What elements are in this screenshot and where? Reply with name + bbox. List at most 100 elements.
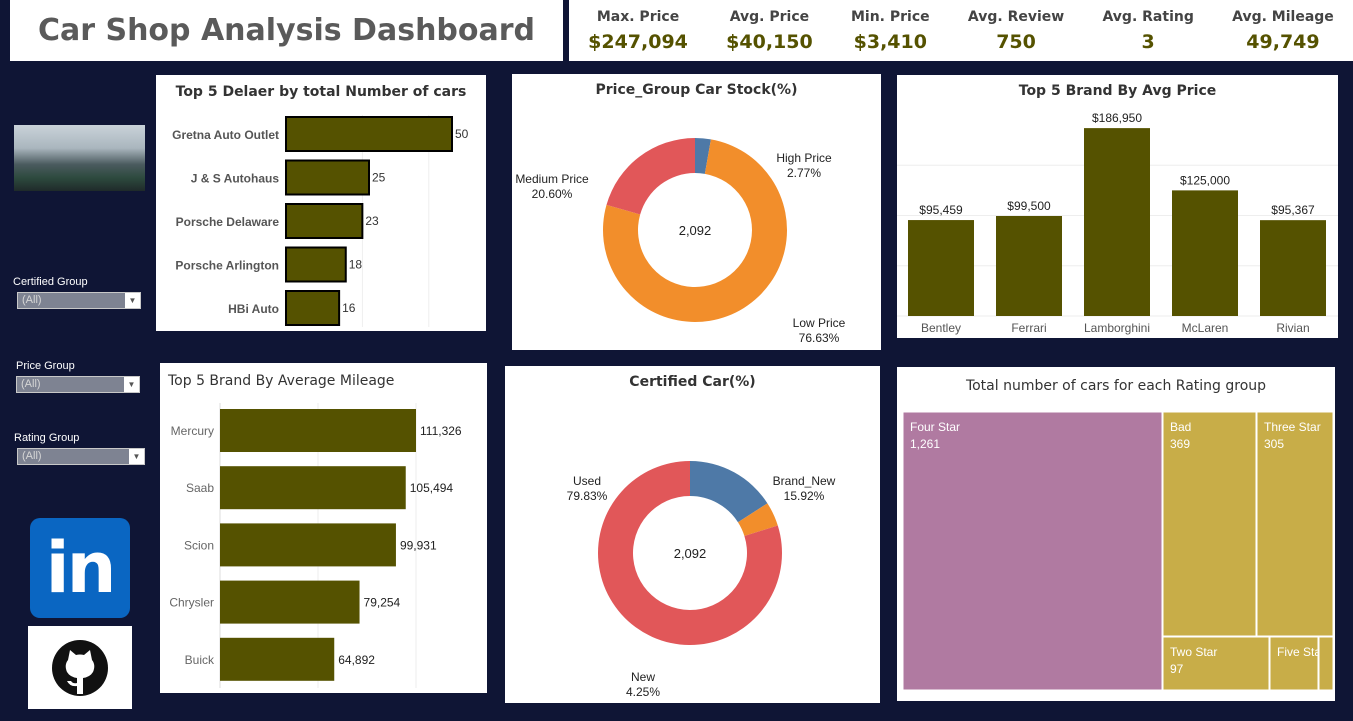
kpi-label: Avg. Review: [967, 8, 1065, 25]
bar: [220, 523, 396, 567]
filter-price-group: Price Group (All) ▼: [13, 360, 145, 409]
chevron-down-icon[interactable]: ▼: [129, 449, 144, 464]
category-label: Bentley: [921, 321, 961, 335]
kpi-avg-rating: Avg. Rating 3: [1102, 9, 1193, 53]
chevron-down-icon[interactable]: ▼: [124, 377, 139, 392]
cell-value: 1,261: [910, 437, 940, 451]
kpi-max-price: Max. Price $247,094: [588, 9, 688, 53]
bar: [285, 246, 347, 283]
data-label: 18: [349, 258, 363, 272]
bar: [220, 466, 406, 510]
slice-name: New: [631, 670, 655, 684]
linkedin-icon[interactable]: in: [29, 518, 130, 618]
data-label: 64,892: [338, 653, 375, 667]
kpi-label: Avg. Mileage: [1232, 8, 1334, 25]
data-label: 79,254: [364, 596, 401, 610]
data-label: 111,326: [420, 424, 462, 438]
brand-price-chart-panel: Top 5 Brand By Avg Price $95,459 Bentley $…: [897, 75, 1338, 338]
center-total: 2,092: [674, 546, 707, 561]
filter-label: Price Group: [16, 360, 75, 372]
category-label: Scion: [184, 538, 214, 552]
center-total: 2,092: [679, 223, 712, 238]
cell-name: Bad: [1170, 420, 1191, 434]
dashboard-title: Car Shop Analysis Dashboard: [37, 13, 536, 48]
data-label: $95,367: [1271, 203, 1315, 217]
bar: [285, 116, 453, 152]
kpi-value: 49,749: [1246, 30, 1320, 53]
bar: [285, 159, 370, 196]
dealer-bar-chart: Gretna Auto Outlet 50 J & S Autohaus 25 Pors…: [172, 115, 469, 327]
data-label: $125,000: [1180, 173, 1230, 187]
github-icon[interactable]: [50, 638, 110, 698]
slice-percent: 15.92%: [784, 489, 825, 503]
category-label: Rivian: [1276, 321, 1309, 335]
brand-price-bar-chart: $95,459 Bentley $99,500 Ferrari $186,950 Lamb…: [897, 111, 1338, 335]
filter-certified-group: Certified Group (All) ▼: [13, 276, 145, 309]
category-label: Chrysler: [169, 596, 214, 610]
kpi-label: Avg. Price: [729, 8, 810, 25]
bar: [1260, 220, 1326, 316]
category-label: Mercury: [171, 424, 214, 438]
car-showroom-image-panel: [13, 70, 146, 252]
filter-label: Rating Group: [14, 432, 80, 444]
data-label: 16: [342, 301, 356, 315]
slice-name: Medium Price: [515, 172, 589, 186]
kpi-value: $247,094: [588, 30, 688, 53]
certified-chart-panel: Certified Car(%) Brand_New 15.92% New 4.25%…: [505, 366, 880, 703]
data-label: 23: [365, 214, 379, 228]
data-label: $95,459: [919, 203, 963, 217]
bar: [220, 580, 360, 624]
certified-group-select[interactable]: (All) ▼: [17, 292, 141, 309]
bar: [220, 409, 416, 452]
bar: [1084, 128, 1150, 316]
cell-name: Three Star: [1264, 420, 1321, 434]
slice-name: Used: [573, 474, 601, 488]
category-label: Ferrari: [1011, 321, 1046, 335]
chevron-down-icon[interactable]: ▼: [125, 293, 140, 308]
filter-value: (All): [22, 294, 42, 306]
slice-percent: 2.77%: [787, 166, 821, 180]
price-group-select[interactable]: (All) ▼: [16, 376, 140, 393]
data-label: 25: [372, 171, 386, 185]
data-label: $186,950: [1092, 111, 1142, 125]
title-panel: Car Shop Analysis Dashboard: [10, 0, 563, 61]
treemap-cell: [1318, 636, 1334, 691]
kpi-avg-price: Avg. Price $40,150: [726, 9, 813, 53]
category-label: Porsche Delaware: [176, 215, 280, 229]
kpi-panel: Max. Price $247,094 Avg. Price $40,150 M…: [569, 0, 1353, 61]
kpi-value: $3,410: [853, 30, 927, 53]
slice-name: Brand_New: [773, 474, 836, 488]
slice-percent: 79.83%: [567, 489, 608, 503]
filter-value: (All): [21, 378, 41, 390]
car-showroom-image: [14, 125, 145, 191]
rating-group-select[interactable]: (All) ▼: [17, 448, 145, 465]
bar: [1172, 190, 1238, 316]
brand-mileage-bar-chart: Mercury 111,326 Saab 105,494 Scion 99,931 Chry…: [169, 403, 462, 688]
bar: [908, 220, 974, 316]
data-label: 105,494: [410, 481, 454, 495]
certified-donut-chart: Brand_New15.92% New4.25% Used79.83% 2,092: [567, 461, 836, 699]
kpi-label: Min. Price: [850, 8, 930, 25]
cell-value: 97: [1170, 662, 1184, 676]
category-label: Gretna Auto Outlet: [172, 128, 279, 142]
filter-rating-group: Rating Group (All) ▼: [13, 432, 145, 498]
slice-percent: 76.63%: [799, 331, 840, 345]
filter-value: (All): [22, 450, 42, 462]
rating-chart-panel: Total number of cars for each Rating gro…: [897, 367, 1335, 701]
brand-mileage-chart-panel: Top 5 Brand By Average Mileage Mercury 11…: [160, 363, 487, 693]
kpi-label: Avg. Rating: [1102, 8, 1194, 25]
github-link[interactable]: [13, 626, 146, 709]
bar: [285, 203, 364, 239]
data-label: 50: [455, 127, 469, 141]
category-label: Buick: [185, 653, 215, 667]
linkedin-link[interactable]: in: [13, 516, 146, 620]
kpi-avg-mileage: Avg. Mileage 49,749: [1232, 9, 1334, 53]
kpi-value: $40,150: [726, 30, 813, 53]
category-label: McLaren: [1182, 321, 1229, 335]
price-group-chart-panel: Price_Group Car Stock(%) High Price 2.77%…: [512, 74, 881, 350]
filter-label: Certified Group: [13, 276, 88, 288]
bar: [220, 637, 335, 681]
category-label: Porsche Arlington: [175, 259, 279, 273]
cell-name: Two Star: [1170, 645, 1217, 659]
github-icon-box[interactable]: [27, 626, 132, 709]
